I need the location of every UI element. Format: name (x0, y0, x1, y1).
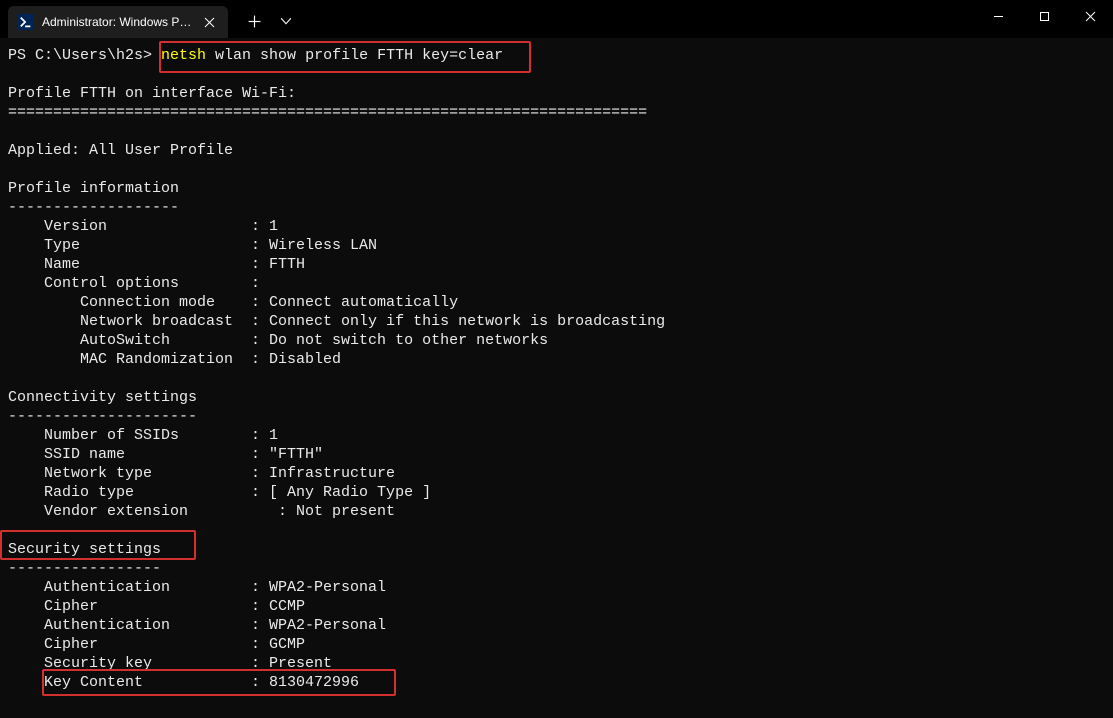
close-window-button[interactable] (1067, 0, 1113, 32)
minimize-button[interactable] (975, 0, 1021, 32)
section-divider: ----------------- (8, 560, 161, 577)
command-keyword: netsh (161, 47, 206, 64)
command-rest: wlan show profile FTTH key=clear (206, 47, 503, 64)
output-nettype: Network type : Infrastructure (8, 465, 395, 482)
output-profile-header: Profile FTTH on interface Wi-Fi: (8, 85, 296, 102)
output-applied: Applied: All User Profile (8, 142, 233, 159)
maximize-button[interactable] (1021, 0, 1067, 32)
powershell-icon (18, 14, 34, 30)
output-divider: ========================================… (8, 104, 647, 121)
tab-dropdown-button[interactable] (272, 7, 300, 35)
output-keycontent: Key Content : 8130472996 (8, 674, 359, 691)
output-mac: MAC Randomization : Disabled (8, 351, 341, 368)
section-divider: ------------------- (8, 199, 179, 216)
output-type: Type : Wireless LAN (8, 237, 377, 254)
section-divider: --------------------- (8, 408, 197, 425)
output-connmode: Connection mode : Connect automatically (8, 294, 458, 311)
output-version: Version : 1 (8, 218, 278, 235)
output-cipher2: Cipher : GCMP (8, 636, 305, 653)
output-numssids: Number of SSIDs : 1 (8, 427, 278, 444)
new-tab-button[interactable] (240, 7, 268, 35)
tabs-area: Administrator: Windows PowerS (0, 0, 300, 38)
output-name: Name : FTTH (8, 256, 305, 273)
output-control: Control options : (8, 275, 260, 292)
output-ssidname: SSID name : "FTTH" (8, 446, 323, 463)
output-cipher1: Cipher : CCMP (8, 598, 305, 615)
output-seckey: Security key : Present (8, 655, 332, 672)
tab-powershell[interactable]: Administrator: Windows PowerS (8, 6, 228, 38)
tab-title: Administrator: Windows PowerS (42, 15, 192, 29)
output-autoswitch: AutoSwitch : Do not switch to other netw… (8, 332, 548, 349)
output-auth2: Authentication : WPA2-Personal (8, 617, 386, 634)
output-auth1: Authentication : WPA2-Personal (8, 579, 386, 596)
output-vendorext: Vendor extension : Not present (8, 503, 395, 520)
titlebar: Administrator: Windows PowerS (0, 0, 1113, 38)
output-radiotype: Radio type : [ Any Radio Type ] (8, 484, 431, 501)
section-profile-info: Profile information (8, 180, 179, 197)
output-broadcast: Network broadcast : Connect only if this… (8, 313, 665, 330)
section-security: Security settings (8, 541, 161, 558)
close-tab-button[interactable] (200, 13, 218, 31)
section-connectivity: Connectivity settings (8, 389, 197, 406)
terminal-content[interactable]: PS C:\Users\h2s> netsh wlan show profile… (0, 38, 1113, 700)
window-controls (975, 0, 1113, 38)
prompt-text: PS C:\Users\h2s> (8, 47, 161, 64)
